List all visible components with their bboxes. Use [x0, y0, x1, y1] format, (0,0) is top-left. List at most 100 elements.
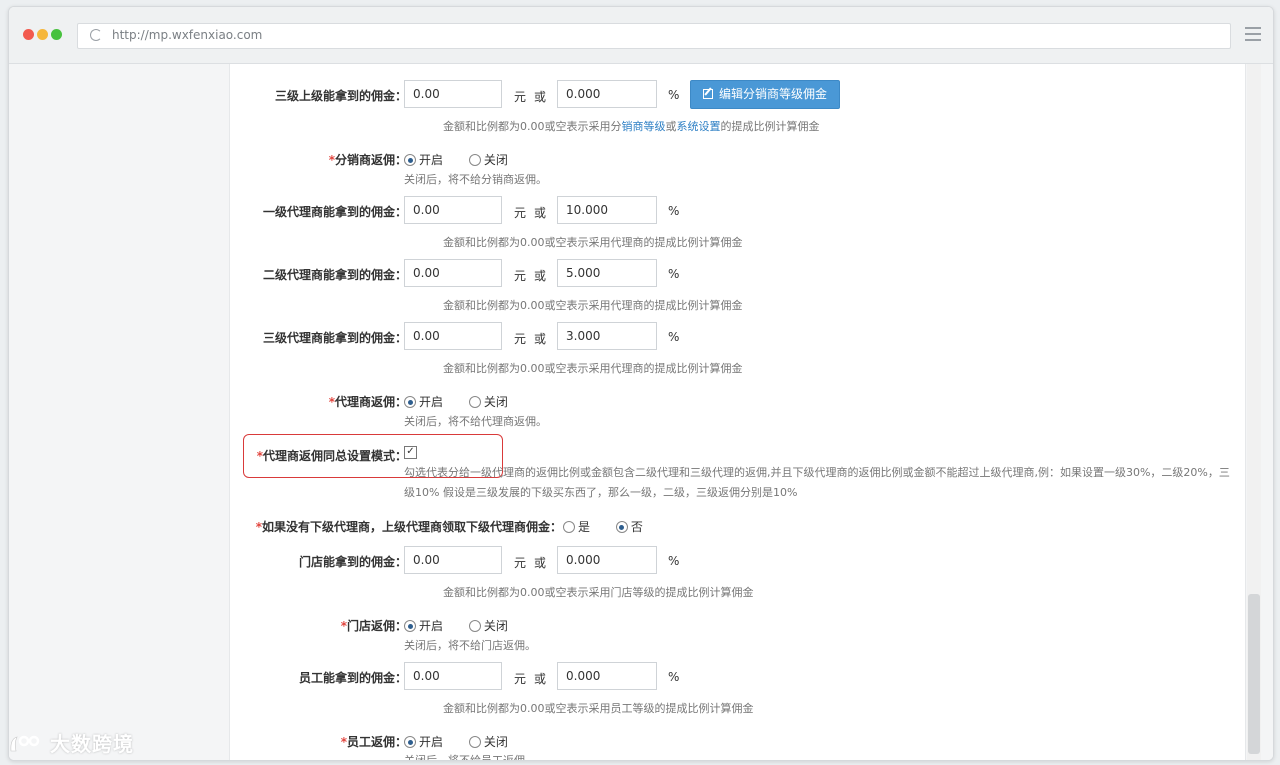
agent3-hint: 金额和比例都为0.00或空表示采用代理商的提成比例计算佣金: [443, 362, 743, 375]
radio-on[interactable]: 开启: [404, 153, 443, 167]
radio-yes[interactable]: 是: [563, 520, 590, 534]
staff-commission-row: 员工能拿到的佣金： 0.00 元 或 0.000 %: [230, 662, 1245, 694]
agent1-commission-row: 一级代理商能拿到的佣金： 0.00 元 或 10.000 %: [230, 196, 1245, 228]
field-label: *门店返佣：: [340, 619, 407, 633]
staff-hint: 金额和比例都为0.00或空表示采用员工等级的提成比例计算佣金: [443, 702, 754, 715]
system-settings-link[interactable]: 系统设置: [677, 120, 721, 133]
tier3-upline-amount-input[interactable]: 0.00: [404, 80, 502, 108]
hint-text: 的提成比例计算佣金: [720, 120, 820, 133]
agent-total-mode-checkbox[interactable]: ✓: [404, 446, 417, 459]
vertical-scrollbar[interactable]: [1247, 64, 1261, 760]
store-rebate-hint: 关闭后，将不给门店返佣。: [404, 639, 536, 652]
no-subagent-radio-group: 是 否: [563, 518, 665, 535]
agent2-commission-row: 二级代理商能拿到的佣金： 0.00 元 或 5.000 %: [230, 259, 1245, 291]
distributor-level-link[interactable]: 销商等级: [622, 120, 666, 133]
field-label: 三级代理商能拿到的佣金：: [262, 331, 407, 345]
unit-yuan: 元: [514, 672, 527, 686]
store-hint: 金额和比例都为0.00或空表示采用门店等级的提成比例计算佣金: [443, 586, 754, 599]
scrollbar-thumb[interactable]: [1248, 594, 1260, 754]
unit-percent: %: [668, 670, 680, 684]
browser-toolbar: http://mp.wxfenxiao.com: [9, 7, 1273, 64]
field-label: 三级上级能拿到的佣金：: [274, 89, 407, 103]
close-window-dot[interactable]: [23, 29, 34, 40]
agent1-percent-input[interactable]: 10.000: [557, 196, 657, 224]
staff-rebate-row: *员工返佣： 开启 关闭: [230, 726, 1245, 758]
store-amount-input[interactable]: 0.00: [404, 546, 502, 574]
agent-rebate-hint: 关闭后，将不给代理商返佣。: [404, 415, 547, 428]
radio-unchecked-icon: [563, 521, 575, 533]
unit-or: 或: [534, 556, 547, 570]
maximize-window-dot[interactable]: [51, 29, 62, 40]
hint-text: 金额和比例都为0.00或空表示采用分: [443, 120, 622, 133]
unit-yuan: 元: [514, 206, 527, 220]
tier3-upline-percent-input[interactable]: 0.000: [557, 80, 657, 108]
radio-checked-icon: [404, 154, 416, 166]
radio-no[interactable]: 否: [615, 520, 643, 534]
tier3-upline-hint: 金额和比例都为0.00或空表示采用分销商等级或系统设置的提成比例计算佣金: [443, 118, 820, 134]
agent2-amount-input[interactable]: 0.00: [404, 259, 502, 287]
radio-on[interactable]: 开启: [404, 395, 443, 409]
agent-rebate-row: *代理商返佣： 开启 关闭: [230, 386, 1245, 418]
radio-off[interactable]: 关闭: [468, 395, 508, 409]
unit-percent: %: [668, 88, 680, 102]
minimize-window-dot[interactable]: [37, 29, 48, 40]
agent3-commission-row: 三级代理商能拿到的佣金： 0.00 元 或 3.000 %: [230, 322, 1245, 354]
unit-or: 或: [534, 672, 547, 686]
unit-percent: %: [668, 330, 680, 344]
radio-off[interactable]: 关闭: [468, 153, 508, 167]
staff-rebate-radio-group: 开启 关闭: [404, 733, 530, 750]
unit-or: 或: [534, 206, 547, 220]
radio-on[interactable]: 开启: [404, 619, 443, 633]
store-percent-input[interactable]: 0.000: [557, 546, 657, 574]
unit-or: 或: [534, 332, 547, 346]
store-commission-row: 门店能拿到的佣金： 0.00 元 或 0.000 %: [230, 546, 1245, 578]
staff-percent-input[interactable]: 0.000: [557, 662, 657, 690]
field-label: *分销商返佣：: [328, 153, 407, 167]
radio-unchecked-icon: [468, 154, 481, 166]
agent3-percent-input[interactable]: 3.000: [557, 322, 657, 350]
page-body: 三级上级能拿到的佣金： 0.00 元 或 0.000 % 编辑分销商等级佣金 金…: [9, 64, 1273, 760]
radio-checked-icon: [404, 620, 416, 632]
distributor-rebate-hint: 关闭后，将不给分销商返佣。: [404, 173, 547, 186]
unit-percent: %: [668, 554, 680, 568]
agent1-amount-input[interactable]: 0.00: [404, 196, 502, 224]
address-bar[interactable]: http://mp.wxfenxiao.com: [77, 23, 1231, 49]
field-label: 一级代理商能拿到的佣金：: [262, 205, 407, 219]
radio-off[interactable]: 关闭: [468, 735, 508, 749]
unit-yuan: 元: [514, 332, 527, 346]
unit-percent: %: [668, 204, 680, 218]
unit-or: 或: [534, 90, 547, 104]
radio-checked-icon: [404, 736, 416, 748]
distributor-rebate-radio-group: 开启 关闭: [404, 151, 530, 168]
field-label: *员工返佣：: [340, 735, 407, 749]
url-text: http://mp.wxfenxiao.com: [112, 28, 263, 42]
no-subagent-row: *如果没有下级代理商，上级代理商领取下级代理商佣金： 是 否: [230, 511, 1245, 543]
radio-off[interactable]: 关闭: [468, 619, 508, 633]
radio-checked-icon: [404, 396, 416, 408]
hamburger-menu-icon[interactable]: [1245, 27, 1261, 41]
tier3-upline-row: 三级上级能拿到的佣金： 0.00 元 或 0.000 % 编辑分销商等级佣金: [230, 80, 1245, 112]
unit-yuan: 元: [514, 269, 527, 283]
commission-settings-form: 三级上级能拿到的佣金： 0.00 元 或 0.000 % 编辑分销商等级佣金 金…: [229, 64, 1246, 760]
watermark: 大数跨境: [8, 728, 134, 757]
staff-rebate-hint: 关闭后，将不给员工返佣。: [404, 752, 536, 760]
agent2-percent-input[interactable]: 5.000: [557, 259, 657, 287]
edit-icon: [702, 89, 713, 99]
radio-unchecked-icon: [468, 620, 481, 632]
agent3-amount-input[interactable]: 0.00: [404, 322, 502, 350]
unit-or: 或: [534, 269, 547, 283]
edit-distributor-level-commission-button[interactable]: 编辑分销商等级佣金: [690, 80, 840, 109]
reload-icon[interactable]: [90, 29, 102, 41]
distributor-rebate-row: *分销商返佣： 开启 关闭: [230, 144, 1245, 176]
radio-checked-icon: [615, 521, 628, 533]
field-label: 二级代理商能拿到的佣金：: [262, 268, 407, 282]
staff-amount-input[interactable]: 0.00: [404, 662, 502, 690]
unit-yuan: 元: [514, 556, 527, 570]
watermark-logo-icon: [10, 735, 40, 752]
radio-on[interactable]: 开启: [404, 735, 443, 749]
unit-yuan: 元: [514, 90, 527, 104]
watermark-text: 大数跨境: [50, 732, 134, 756]
radio-unchecked-icon: [468, 736, 481, 748]
unit-percent: %: [668, 267, 680, 281]
browser-window: http://mp.wxfenxiao.com 三级上级能拿到的佣金： 0.00…: [8, 6, 1274, 761]
